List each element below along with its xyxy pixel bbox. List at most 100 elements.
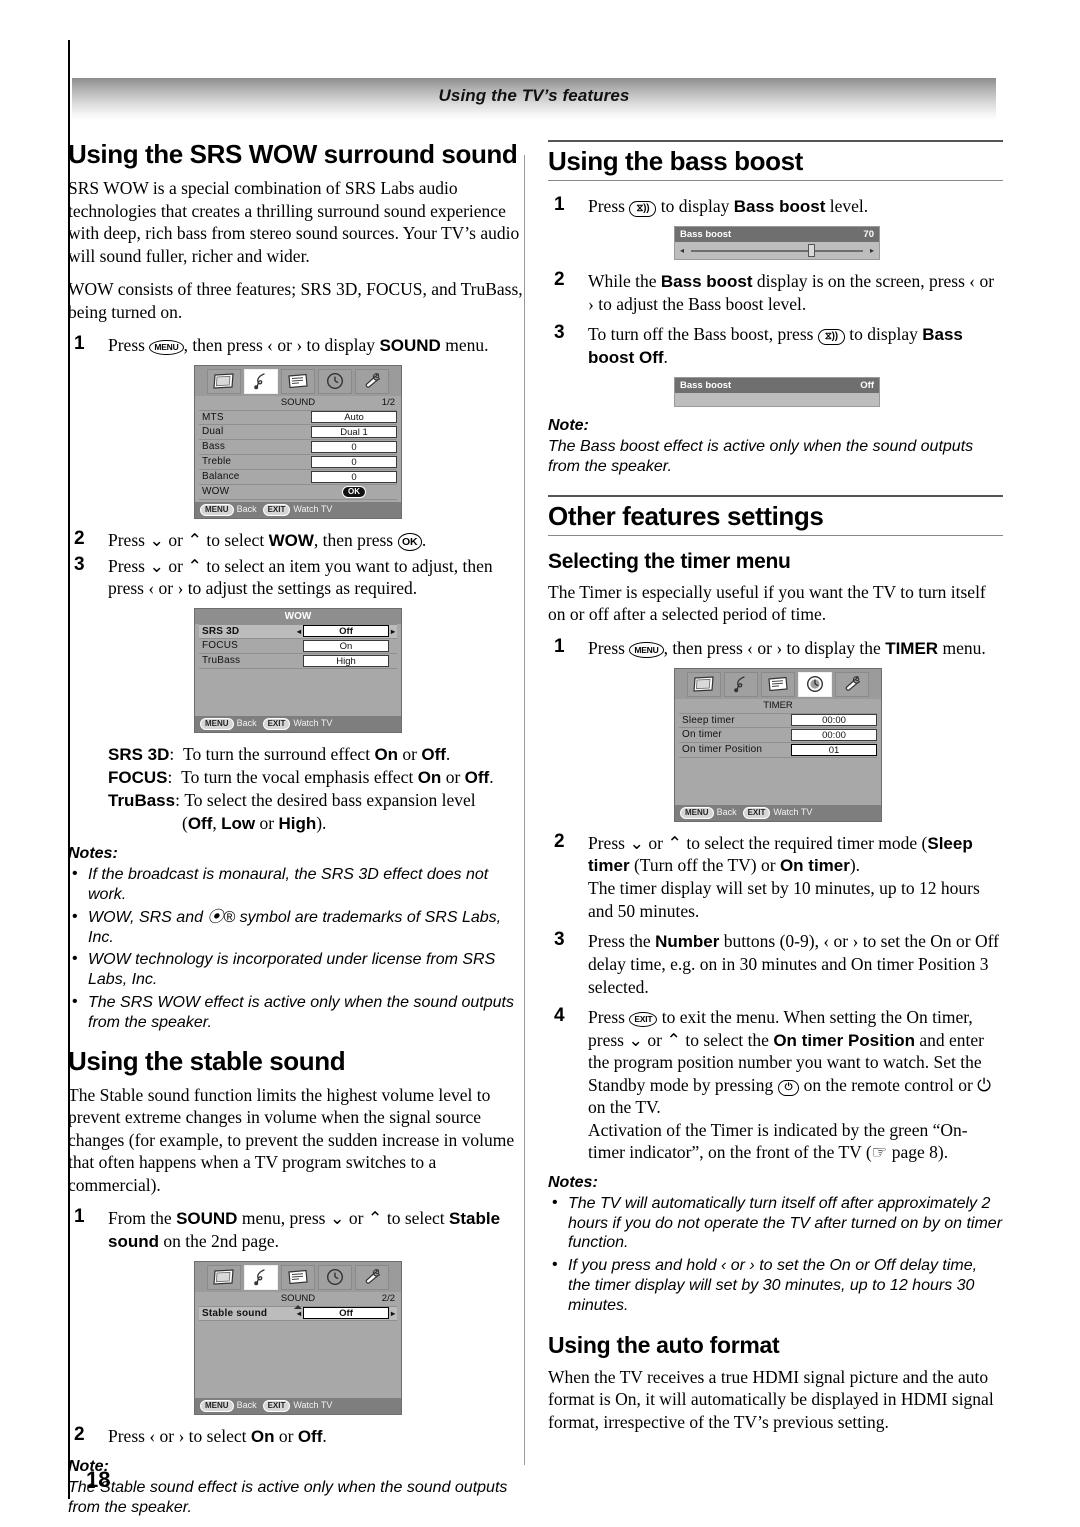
osd-row[interactable]: Balance 0 <box>199 470 397 485</box>
bass-step-2: 2 While the Bass boost display is on the… <box>548 268 1003 315</box>
osd-row-label: SRS 3D <box>202 625 240 637</box>
osd-icon-bar <box>195 365 401 396</box>
bass-boost-slider[interactable]: ◂ ▸ <box>675 242 879 259</box>
step-text: From the SOUND menu, press ⌄ or ⌃ to sel… <box>108 1208 501 1252</box>
slider-track <box>691 249 863 252</box>
srs-step-3: 3 Press ⌄ or ⌃ to select an item you wan… <box>68 553 523 600</box>
osd-blank-row <box>199 1366 397 1381</box>
left-arrow-icon: ◂ <box>296 1308 301 1318</box>
step-number: 2 <box>554 268 565 290</box>
bass-boost-value: 70 <box>863 228 874 240</box>
osd-row[interactable]: MTS Auto <box>199 409 397 425</box>
osd-row-label: Sleep timer <box>682 714 735 726</box>
right-arrow-icon: ▸ <box>390 1308 395 1318</box>
note-item: The TV will automatically turn itself of… <box>548 1193 1003 1253</box>
osd-footer-back: MENU Back <box>200 717 257 730</box>
osd-page-indicator: 1/2 <box>381 396 395 408</box>
note-item: If you press and hold ‹ or › to set the … <box>548 1255 1003 1315</box>
definition-row: TruBass: To select the desired bass expa… <box>108 789 476 810</box>
step-number: 3 <box>554 929 565 951</box>
srs-notes-list: If the broadcast is monaural, the SRS 3D… <box>68 864 523 1033</box>
bass-boost-header: Bass boost Off <box>675 377 879 393</box>
sound-icon <box>724 671 758 697</box>
setup-icon <box>835 671 869 697</box>
osd-row-label: On timer <box>682 729 722 741</box>
step-number: 1 <box>74 1206 85 1228</box>
timer-notes-list: The TV will automatically turn itself of… <box>548 1193 1003 1316</box>
osd-blank-row <box>199 1381 397 1396</box>
note-item: WOW, SRS and ⦿® symbol are trademarks of… <box>68 907 523 948</box>
osd-row[interactable]: TruBass High <box>199 654 397 669</box>
ok-key-icon: OK <box>397 533 422 551</box>
timer-step-3: 3 Press the Number buttons (0-9), ‹ or ›… <box>548 929 1003 998</box>
timer-notes-title: Notes: <box>548 1173 598 1191</box>
step-number: 1 <box>554 635 565 657</box>
step-number: 3 <box>74 553 85 575</box>
osd-timer-menu: TIMER Sleep timer 00:00 On timer 00:00 On … <box>674 667 882 822</box>
osd-row[interactable]: Sleep timer 00:00 <box>679 712 877 728</box>
osd-title: WOW <box>284 610 312 622</box>
page-header-title: Using the TV’s features <box>438 86 630 105</box>
osd-row[interactable]: Bass 0 <box>199 440 397 455</box>
osd-blank-row <box>199 1351 397 1366</box>
slider-knob[interactable] <box>807 243 815 257</box>
note-item: If the broadcast is monaural, the SRS 3D… <box>68 864 523 905</box>
bass-boost-header: Bass boost 70 <box>675 226 879 242</box>
bass-boost-label: Bass boost <box>680 379 732 391</box>
osd-title-row: SOUND 1/2 <box>195 395 401 410</box>
step-number: 2 <box>74 1423 85 1445</box>
picture-icon <box>207 1264 241 1290</box>
osd-row-label: TruBass <box>202 655 241 667</box>
osd-title: SOUND <box>280 1292 316 1304</box>
osd-row-label: MTS <box>202 411 224 423</box>
osd-row[interactable]: On timer 00:00 <box>679 728 877 743</box>
osd-row[interactable]: FOCUS On <box>199 639 397 654</box>
heading-bass-boost: Using the bass boost <box>548 140 1003 182</box>
osd-row-value: 01 <box>791 743 877 756</box>
setup-icon <box>355 368 389 394</box>
heading-other-features: Other features settings <box>548 494 1003 536</box>
autoformat-paragraph-1: When the TV receives a true HDMI signal … <box>548 1366 994 1432</box>
menu-key-icon: MENU <box>149 339 184 356</box>
stable-note-title: Note: <box>68 1457 109 1475</box>
osd-row[interactable]: Dual Dual 1 <box>199 425 397 440</box>
osd-blank-row <box>199 699 397 714</box>
osd-icon-bar <box>195 1261 401 1292</box>
step-text: Press EXIT to exit the menu. When settin… <box>588 1007 992 1163</box>
osd-row-value: High <box>303 654 389 667</box>
osd-row[interactable]: On timer Position 01 <box>679 743 877 758</box>
timer-icon <box>318 368 352 394</box>
step-text: Press ⌄ or ⌃ to select WOW, then press O… <box>108 529 427 551</box>
step-text: Press ⌄ or ⌃ to select the required time… <box>588 832 980 921</box>
osd-footer-exit: EXIT Watch TV <box>742 806 812 819</box>
feature-icon <box>281 368 315 394</box>
right-arrow-icon: ▸ <box>390 626 395 636</box>
osd-footer-exit: EXIT Watch TV <box>262 503 332 516</box>
osd-stable-sound-menu: SOUND 2/2 Stable sound ◂ Off ▸ MENU Back EXI… <box>194 1260 402 1415</box>
osd-row-value: 00:00 <box>791 728 877 741</box>
osd-footer-exit: EXIT Watch TV <box>262 717 332 730</box>
osd-row-label: On timer Position <box>682 744 763 756</box>
osd-row-value: 0 <box>311 455 397 468</box>
osd-footer-exit: EXIT Watch TV <box>262 1399 332 1412</box>
osd-row-value: 00:00 <box>791 714 877 727</box>
osd-title: SOUND <box>280 396 316 408</box>
osd-footer-back: MENU Back <box>680 806 737 819</box>
step-text: Press MENU, then press ‹ or › to display… <box>588 637 986 658</box>
bass-boost-key-icon: ⧖)) <box>629 201 657 218</box>
osd-row[interactable]: Treble 0 <box>199 455 397 470</box>
osd-page-indicator: 2/2 <box>381 1292 395 1304</box>
heading-srs-wow: Using the SRS WOW surround sound <box>68 139 518 169</box>
osd-bass-boost-off: Bass boost Off <box>674 376 880 407</box>
osd-row-value: On <box>303 639 389 652</box>
feature-icon <box>761 671 795 697</box>
bass-step-1: 1 Press ⧖)) to display Bass boost level. <box>548 194 1003 218</box>
step-number: 2 <box>74 527 85 549</box>
osd-row[interactable]: WOW OK <box>199 485 397 500</box>
bass-note-title: Note: <box>548 416 589 434</box>
osd-title-row: WOW <box>195 608 401 624</box>
step-text: Press ⧖)) to display Bass boost level. <box>588 196 869 218</box>
power-key-icon: ⏻ <box>777 1079 800 1096</box>
srs-step-1: 1 Press MENU, then press ‹ or › to displ… <box>68 333 523 357</box>
osd-row[interactable]: SRS 3D ◂ Off ▸ <box>199 623 397 639</box>
